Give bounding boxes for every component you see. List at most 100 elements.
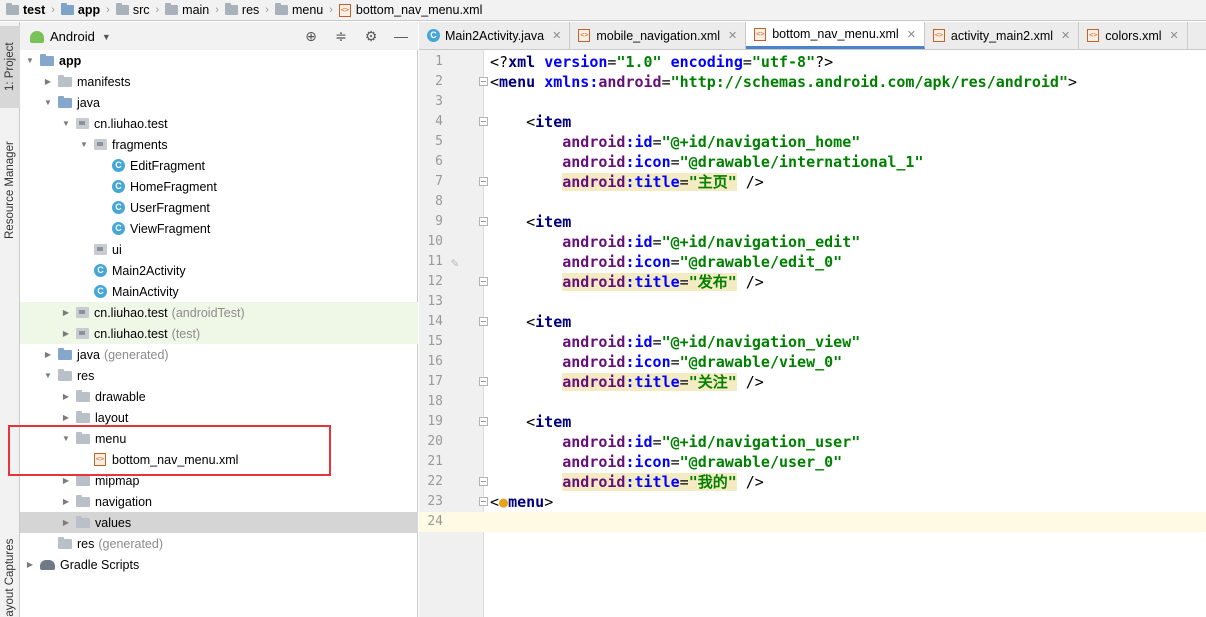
code-line[interactable]: 5 android:id="@+id/navigation_home" (419, 132, 1206, 152)
tree-item-res-generated[interactable]: res (generated) (20, 533, 418, 554)
tab-bottom-nav-menu[interactable]: <> bottom_nav_menu.xml ✕ (746, 22, 925, 49)
view-mode-selector[interactable]: Android (50, 29, 95, 44)
code-line[interactable]: 2 <menu xmlns:android="http://schemas.and… (419, 72, 1206, 92)
fold-icon[interactable] (479, 177, 488, 186)
tab-activity-main2[interactable]: <> activity_main2.xml ✕ (925, 22, 1080, 49)
tree-item-java[interactable]: ▼ java (20, 92, 418, 113)
fold-icon[interactable] (479, 77, 488, 86)
close-icon[interactable]: ✕ (1170, 29, 1179, 42)
tab-colors[interactable]: <> colors.xml ✕ (1079, 22, 1188, 49)
code-line[interactable]: 3 (419, 92, 1206, 112)
tree-item-java-generated[interactable]: ▶ java (generated) (20, 344, 418, 365)
breadcrumb-menu[interactable]: menu (274, 3, 323, 17)
code-line[interactable]: 4 <item (419, 112, 1206, 132)
fold-icon[interactable] (479, 117, 488, 126)
resource-manager-tool-tab[interactable]: Resource Manager (0, 120, 20, 260)
code-line[interactable]: 7 android:title="主页" /> (419, 172, 1206, 192)
close-icon[interactable]: ✕ (907, 28, 916, 41)
code-line[interactable]: 17 android:title="关注" /> (419, 372, 1206, 392)
hide-panel-icon[interactable]: — (394, 28, 408, 45)
close-icon[interactable]: ✕ (728, 29, 737, 42)
collapse-arrow-icon[interactable]: ▶ (60, 497, 72, 506)
breadcrumb-src[interactable]: src (115, 3, 149, 17)
layout-captures-tool-tab[interactable]: Layout Captures (0, 522, 20, 617)
breadcrumb-project[interactable]: test (6, 3, 45, 17)
tree-item-class[interactable]: C ViewFragment (20, 218, 418, 239)
gear-icon[interactable]: ⚙ (364, 28, 378, 45)
expand-arrow-icon[interactable]: ▼ (42, 98, 54, 107)
tree-item-package-androidtest[interactable]: ▶ cn.liuhao.test (androidTest) (20, 302, 418, 323)
tree-item-navigation[interactable]: ▶ navigation (20, 491, 418, 512)
tree-item-res[interactable]: ▼ res (20, 365, 418, 386)
tree-item-app[interactable]: ▼ app (20, 50, 418, 71)
expand-arrow-icon[interactable]: ▼ (24, 56, 36, 65)
code-line[interactable]: 6 android:icon="@drawable/international_… (419, 152, 1206, 172)
code-line[interactable]: 20 android:id="@+id/navigation_user" (419, 432, 1206, 452)
tree-item-package[interactable]: ▼ cn.liuhao.test (20, 113, 418, 134)
fold-icon[interactable] (479, 477, 488, 486)
tree-item-manifests[interactable]: ▶ manifests (20, 71, 418, 92)
tree-item-drawable[interactable]: ▶ drawable (20, 386, 418, 407)
tab-main2activity[interactable]: C Main2Activity.java ✕ (419, 22, 571, 49)
code-line[interactable]: 1 <?xml version="1.0" encoding="utf-8"?> (419, 52, 1206, 72)
tree-item-gradle-scripts[interactable]: ▶ Gradle Scripts (20, 554, 418, 575)
collapse-arrow-icon[interactable]: ▶ (42, 350, 54, 359)
collapse-arrow-icon[interactable]: ▶ (60, 518, 72, 527)
collapse-all-icon[interactable]: ≑ (334, 28, 348, 45)
tab-mobile-navigation[interactable]: <> mobile_navigation.xml ✕ (570, 22, 747, 49)
code-editor[interactable]: 1 <?xml version="1.0" encoding="utf-8"?> … (419, 50, 1206, 617)
code-line[interactable]: 19 <item (419, 412, 1206, 432)
collapse-arrow-icon[interactable]: ▶ (42, 77, 54, 86)
code-line[interactable]: 16 android:icon="@drawable/view_0" (419, 352, 1206, 372)
fold-icon[interactable] (479, 377, 488, 386)
code-line[interactable]: 9 <item (419, 212, 1206, 232)
code-line[interactable]: 22 android:title="我的" /> (419, 472, 1206, 492)
code-line[interactable]: 8 (419, 192, 1206, 212)
tree-item-class[interactable]: C EditFragment (20, 155, 418, 176)
fold-icon[interactable] (479, 217, 488, 226)
code-line[interactable]: 11 ✎ android:icon="@drawable/edit_0" (419, 252, 1206, 272)
tree-item-class[interactable]: C HomeFragment (20, 176, 418, 197)
code-line[interactable]: 15 android:id="@+id/navigation_view" (419, 332, 1206, 352)
breadcrumb-module[interactable]: app (60, 3, 100, 17)
tree-item-class[interactable]: C MainActivity (20, 281, 418, 302)
close-icon[interactable]: ✕ (552, 29, 561, 42)
collapse-arrow-icon[interactable]: ▶ (60, 308, 72, 317)
tree-item-ui[interactable]: ui (20, 239, 418, 260)
tree-item-package-test[interactable]: ▶ cn.liuhao.test (test) (20, 323, 418, 344)
locate-file-icon[interactable]: ⊕ (304, 28, 318, 45)
code-line-current[interactable]: 24 (419, 512, 1206, 532)
lightbulb-icon[interactable]: ● (499, 493, 508, 511)
collapse-arrow-icon[interactable]: ▶ (60, 476, 72, 485)
collapse-arrow-icon[interactable]: ▶ (60, 392, 72, 401)
breadcrumb-res[interactable]: res (224, 3, 259, 17)
close-icon[interactable]: ✕ (1061, 29, 1070, 42)
breadcrumb-main[interactable]: main (165, 3, 209, 17)
collapse-arrow-icon[interactable]: ▶ (60, 329, 72, 338)
expand-arrow-icon[interactable]: ▼ (78, 140, 90, 149)
code-line[interactable]: 14 <item (419, 312, 1206, 332)
collapse-arrow-icon[interactable]: ▶ (60, 413, 72, 422)
breadcrumb-file[interactable]: <> bottom_nav_menu.xml (338, 3, 482, 17)
tree-item-fragments[interactable]: ▼ fragments (20, 134, 418, 155)
fold-icon[interactable] (479, 417, 488, 426)
fold-icon[interactable] (479, 317, 488, 326)
code-line[interactable]: 21 android:icon="@drawable/user_0" (419, 452, 1206, 472)
code-line[interactable]: 12 android:title="发布" /> (419, 272, 1206, 292)
project-tool-tab[interactable]: 1: Project (0, 26, 20, 108)
expand-arrow-icon[interactable]: ▼ (42, 371, 54, 380)
code-line[interactable]: 23 <●menu> (419, 492, 1206, 512)
dropdown-caret-icon[interactable]: ▼ (102, 32, 111, 42)
tree-item-class[interactable]: C UserFragment (20, 197, 418, 218)
code-line[interactable]: 10 android:id="@+id/navigation_edit" (419, 232, 1206, 252)
fold-icon[interactable] (479, 497, 488, 506)
left-tool-strip: 1: Project Resource Manager Layout Captu… (0, 22, 20, 617)
code-line[interactable]: 18 (419, 392, 1206, 412)
tree-item-values[interactable]: ▶ values (20, 512, 418, 533)
tree-item-class[interactable]: C Main2Activity (20, 260, 418, 281)
collapse-arrow-icon[interactable]: ▶ (24, 560, 36, 569)
expand-arrow-icon[interactable]: ▼ (60, 119, 72, 128)
code-line[interactable]: 13 (419, 292, 1206, 312)
fold-icon[interactable] (479, 277, 488, 286)
xml-file-icon: <> (932, 29, 945, 42)
